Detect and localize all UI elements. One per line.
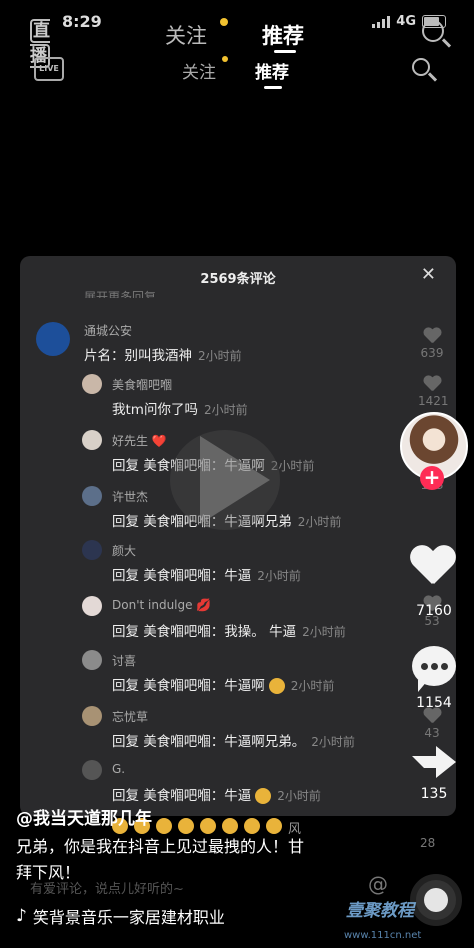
close-icon[interactable]: ✕ <box>421 264 436 285</box>
status-time: 8:29 <box>62 12 102 31</box>
tab-following-echo[interactable]: 关注 <box>182 58 216 83</box>
emoji-icon <box>268 678 285 694</box>
avatar[interactable] <box>82 374 102 394</box>
share-icon[interactable] <box>412 742 456 782</box>
comment-count: 1154 <box>416 695 452 711</box>
reply-text: 回复 美食嗰吧嗰：牛逼 2小时前 <box>112 568 301 584</box>
comment-like-button[interactable]: 639 <box>418 328 446 360</box>
avatar[interactable] <box>82 650 102 670</box>
like-count: 7160 <box>416 603 452 619</box>
network-label: 4G <box>396 14 416 29</box>
avatar[interactable] <box>82 486 102 506</box>
reply-text: 我tm问你了吗 2小时前 <box>112 402 248 418</box>
avatar[interactable] <box>82 540 102 560</box>
active-tab-indicator-echo <box>264 86 282 89</box>
reply-author[interactable]: 颜大 <box>112 542 136 559</box>
like-icon[interactable] <box>410 546 456 588</box>
search-icon[interactable] <box>422 20 444 42</box>
heart-icon <box>423 328 441 344</box>
tab-recommend-echo[interactable]: 推荐 <box>255 58 289 83</box>
video-caption: 兄弟，你是我在抖音上见过最拽的人！甘拜下风！ <box>16 837 305 882</box>
heart-icon <box>423 376 441 392</box>
tab-recommend[interactable]: 推荐 <box>262 20 304 50</box>
thumbs-up-icon <box>255 788 272 804</box>
reply-author[interactable]: 好先生 ❤️ <box>112 432 167 449</box>
comments-title: 2569条评论 <box>200 272 276 287</box>
expand-replies-link[interactable]: 展开更多回复 <box>84 288 156 298</box>
mention-icon[interactable]: @ <box>368 872 388 896</box>
music-disc-icon[interactable] <box>410 874 462 926</box>
tab-following[interactable]: 关注 <box>165 20 207 50</box>
reply-text: 回复 美食嗰吧嗰：牛逼啊 2小时前 <box>112 678 335 694</box>
reply-like-button[interactable]: 1421 <box>418 376 449 408</box>
avatar[interactable] <box>82 596 102 616</box>
comments-panel: 2569条评论 ✕ 展开更多回复 通城公安 片名：别叫我酒神 2小时前 639 美… <box>20 256 456 816</box>
new-content-dot-echo <box>222 56 228 62</box>
avatar[interactable] <box>82 430 102 450</box>
play-icon[interactable] <box>200 436 270 524</box>
reply-text: 回复 美食嗰吧嗰：我操。 牛逼 2小时前 <box>112 624 346 640</box>
follow-button[interactable]: + <box>420 466 444 490</box>
reply-author[interactable]: Don't indulge 💋 <box>112 598 211 612</box>
watermark-brand: 壹聚教程 <box>346 901 414 921</box>
avatar[interactable] <box>36 322 70 356</box>
music-info[interactable]: ♪ 笑背景音乐一家居建材职业 <box>16 904 225 928</box>
music-note-icon: ♪ <box>16 906 27 926</box>
video-author[interactable]: @我当天道那几年 <box>16 804 152 829</box>
search-icon-echo[interactable] <box>412 58 430 76</box>
signal-icon <box>372 15 391 28</box>
reply-like-count[interactable]: 43 <box>418 708 446 740</box>
avatar[interactable] <box>82 760 102 780</box>
share-count: 135 <box>420 786 448 802</box>
music-title: 笑背景音乐一家居建材职业 <box>32 908 225 927</box>
new-content-dot <box>220 18 228 26</box>
reply-author[interactable]: 美食嗰吧嗰 <box>112 376 172 393</box>
watermark-url: www.111cn.net <box>344 930 422 941</box>
comment-icon[interactable] <box>412 646 456 692</box>
live-tv-icon[interactable]: LIVE <box>34 57 64 81</box>
comment-text: 片名：别叫我酒神 2小时前 <box>84 348 242 364</box>
reply-author[interactable]: 忘忧草 <box>112 708 148 725</box>
active-tab-indicator <box>274 50 296 53</box>
reply-author[interactable]: G. <box>112 762 125 776</box>
reply-author[interactable]: 讨喜 <box>112 652 136 669</box>
comment-author[interactable]: 通城公安 <box>84 322 132 339</box>
reply-author[interactable]: 许世杰 <box>112 488 148 505</box>
reply-like-count[interactable]: 28 <box>420 836 435 850</box>
reply-text: 回复 美食嗰吧嗰：牛逼啊兄弟。 2小时前 <box>112 734 355 750</box>
avatar[interactable] <box>82 706 102 726</box>
reply-text: 回复 美食嗰吧嗰：牛逼 2小时前 <box>112 788 321 804</box>
